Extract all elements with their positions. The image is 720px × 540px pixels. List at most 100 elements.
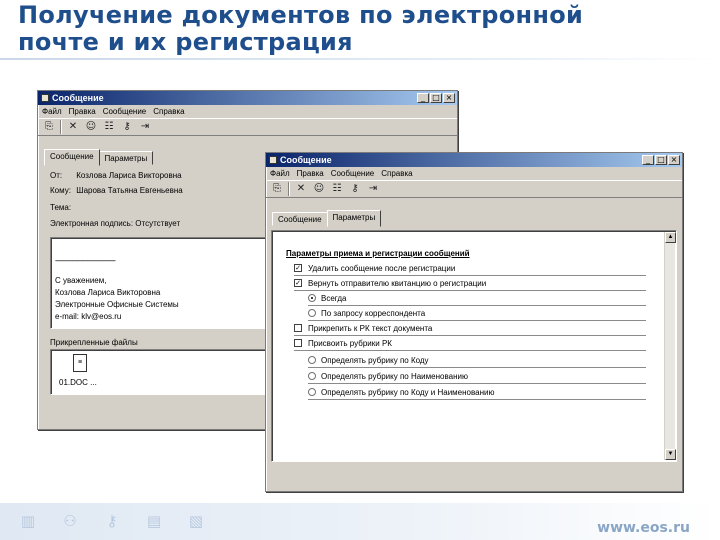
subject-label: Тема: [50, 203, 72, 212]
slide-title-line-1: Получение документов по электронной [18, 1, 584, 29]
checkbox-checked[interactable]: ✓ [294, 279, 302, 287]
checkbox-unchecked[interactable] [294, 339, 302, 347]
checkbox-unchecked[interactable] [294, 324, 302, 332]
option-delete-after-registration[interactable]: ✓ Удалить сообщение после регистрации [294, 261, 646, 276]
tab-strip: Сообщение Параметры [272, 209, 382, 227]
document-icon[interactable]: ≡ [73, 354, 87, 372]
from-field: От: Козлова Лариса Викторовна [50, 171, 182, 180]
clipboard-icon: ▧ [188, 512, 204, 530]
book-icon: ▥ [20, 512, 36, 530]
exit-icon[interactable]: ⇥ [138, 120, 152, 134]
option-label: Определять рубрику по Коду и Наименовани… [321, 387, 495, 397]
option-label: Удалить сообщение после регистрации [308, 263, 456, 273]
parameters-panel: Параметры приема и регистрации сообщений… [271, 230, 677, 462]
radio-unselected[interactable] [308, 309, 316, 317]
option-label: Всегда [321, 293, 347, 303]
window-title: Сообщение [280, 155, 332, 165]
subject-field: Тема: [50, 203, 74, 212]
toolbar-separator [288, 182, 290, 196]
title-divider [0, 58, 720, 60]
message-window-front: Сообщение _ □ × Файл Правка Сообщение Сп… [265, 152, 683, 492]
tab-parameters[interactable]: Параметры [98, 151, 154, 165]
option-return-receipt[interactable]: ✓ Вернуть отправителю квитанцию о регист… [294, 276, 646, 291]
attachment-file[interactable]: 01.DOC ... [59, 378, 97, 387]
menu-file[interactable]: Файл [270, 169, 290, 178]
delete-icon[interactable]: ✕ [294, 182, 308, 196]
exit-icon[interactable]: ⇥ [366, 182, 380, 196]
register-icon[interactable]: ⎘ [42, 120, 56, 134]
body-line: ------------------------------------ [55, 256, 116, 265]
radio-selected[interactable] [308, 294, 316, 302]
users-icon[interactable]: ☺ [84, 120, 98, 134]
radio-unselected[interactable] [308, 372, 316, 380]
checkbox-checked[interactable]: ✓ [294, 264, 302, 272]
tab-message[interactable]: Сообщение [44, 149, 100, 166]
from-value: Козлова Лариса Викторовна [76, 171, 182, 180]
key-icon: ⚷ [106, 512, 118, 530]
address-book-icon[interactable]: ☷ [330, 182, 344, 196]
scroll-down-icon[interactable]: ▼ [665, 449, 676, 460]
users-icon[interactable]: ☺ [312, 182, 326, 196]
document-icon: ▤ [146, 512, 162, 530]
title-bar[interactable]: Сообщение _ □ × [38, 91, 457, 105]
attachments-list: ≡ 01.DOC ... [50, 349, 266, 395]
scroll-up-icon[interactable]: ▲ [665, 232, 676, 243]
option-label: Присвоить рубрики РК [308, 338, 392, 348]
tab-message[interactable]: Сообщение [272, 212, 328, 226]
radio-unselected[interactable] [308, 356, 316, 364]
option-on-request[interactable]: По запросу корреспондента [308, 306, 646, 321]
option-label: Определять рубрику по Коду [321, 355, 429, 365]
menu-bar: Файл Правка Сообщение Справка [266, 167, 682, 180]
attachments-label: Прикрепленные файлы [50, 338, 138, 347]
tab-parameters[interactable]: Параметры [326, 210, 382, 227]
menu-edit[interactable]: Правка [297, 169, 324, 178]
footer-url[interactable]: www.eos.ru [597, 520, 690, 536]
minimize-button[interactable]: _ [417, 93, 429, 103]
option-assign-rubrics[interactable]: Присвоить рубрики РК [294, 336, 646, 351]
toolbar: ⎘ ✕ ☺ ☷ ⚷ ⇥ [38, 118, 457, 136]
maximize-button[interactable]: □ [655, 155, 667, 165]
key-icon[interactable]: ⚷ [120, 120, 134, 134]
to-field: Кому: Шарова Татьяна Евгеньевна [50, 186, 183, 195]
window-icon [41, 94, 49, 102]
menu-help[interactable]: Справка [153, 107, 184, 116]
toolbar-separator [60, 120, 62, 134]
maximize-button[interactable]: □ [430, 93, 442, 103]
from-label: От: [50, 171, 63, 180]
delete-icon[interactable]: ✕ [66, 120, 80, 134]
option-attach-text[interactable]: Прикрепить к РК текст документа [294, 321, 646, 336]
menu-help[interactable]: Справка [381, 169, 412, 178]
network-icon: ⚇ [63, 512, 77, 530]
body-line: С уважением, [55, 276, 107, 285]
title-bar[interactable]: Сообщение _ □ × [266, 153, 682, 167]
body-line: Козлова Лариса Викторовна [55, 288, 161, 297]
option-rubric-by-name[interactable]: Определять рубрику по Наименованию [308, 369, 646, 384]
minimize-button[interactable]: _ [642, 155, 654, 165]
option-rubric-by-code-and-name[interactable]: Определять рубрику по Коду и Наименовани… [308, 385, 646, 400]
option-always[interactable]: Всегда [308, 291, 646, 306]
key-icon[interactable]: ⚷ [348, 182, 362, 196]
slide-title-line-2: почте и их регистрация [18, 28, 353, 56]
section-title: Параметры приема и регистрации сообщений [286, 249, 470, 258]
menu-message[interactable]: Сообщение [103, 107, 147, 116]
vertical-scrollbar[interactable]: ▲ ▼ [664, 232, 676, 460]
tab-strip: Сообщение Параметры [44, 148, 154, 166]
radio-unselected[interactable] [308, 388, 316, 396]
signature-status: Электронная подпись: Отсутствует [50, 219, 181, 228]
address-book-icon[interactable]: ☷ [102, 120, 116, 134]
toolbar: ⎘ ✕ ☺ ☷ ⚷ ⇥ [266, 180, 682, 198]
option-label: По запросу корреспондента [321, 308, 426, 318]
message-body[interactable]: ------------------------------------ С у… [50, 237, 266, 329]
menu-edit[interactable]: Правка [69, 107, 96, 116]
window-icon [269, 156, 277, 164]
close-button[interactable]: × [443, 93, 455, 103]
menu-file[interactable]: Файл [42, 107, 62, 116]
menu-message[interactable]: Сообщение [331, 169, 375, 178]
option-rubric-by-code[interactable]: Определять рубрику по Коду [308, 353, 646, 368]
to-value: Шарова Татьяна Евгеньевна [76, 186, 183, 195]
close-button[interactable]: × [668, 155, 680, 165]
option-label: Вернуть отправителю квитанцию о регистра… [308, 278, 487, 288]
body-line: Электронные Офисные Системы [55, 300, 179, 309]
to-label: Кому: [50, 186, 71, 195]
register-icon[interactable]: ⎘ [270, 182, 284, 196]
